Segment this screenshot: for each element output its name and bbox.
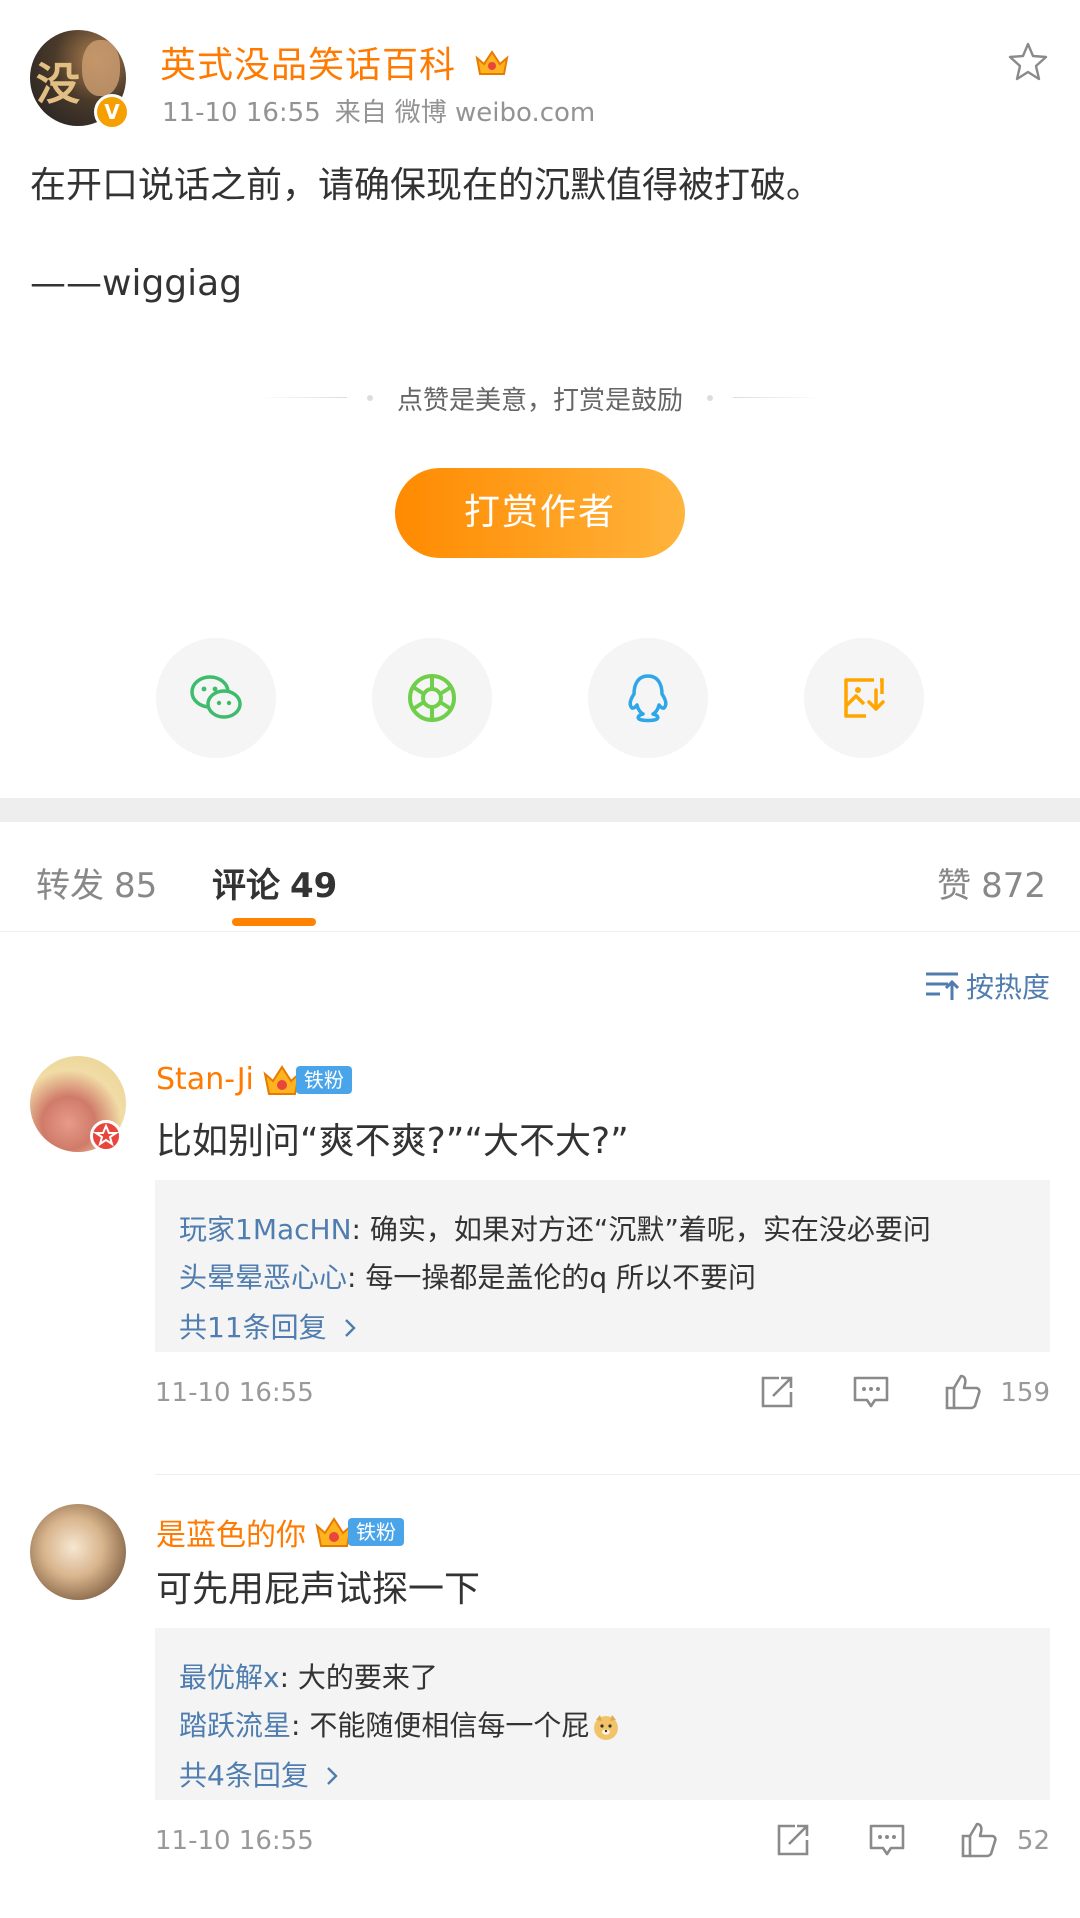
- author-name[interactable]: 英式没品笑话百科: [160, 36, 510, 88]
- sort-by-hot-button[interactable]: 按热度: [924, 966, 1050, 1006]
- share-wechat-button[interactable]: [156, 638, 276, 758]
- comment-icon[interactable]: [867, 1820, 907, 1860]
- doge-emoji-icon: [594, 1715, 619, 1740]
- tab-bar: 转发 85 评论 49 赞 872: [0, 822, 1080, 932]
- chevron-right-icon: [326, 1767, 338, 1785]
- repost-icon[interactable]: [757, 1372, 797, 1412]
- commenter-avatar[interactable]: [30, 1504, 126, 1600]
- repost-icon[interactable]: [773, 1820, 813, 1860]
- favorite-star-icon[interactable]: [1006, 40, 1050, 84]
- post-source: 微博 weibo.com: [394, 98, 596, 128]
- active-tab-indicator: [232, 918, 316, 926]
- comment-icon[interactable]: [851, 1372, 891, 1412]
- reply-box[interactable]: 最优解x: 大的要来了 踏跃流星: 不能随便相信每一个屁 共4条回复: [155, 1628, 1050, 1800]
- post-meta: 11-10 16:55 来自 微博 weibo.com: [162, 92, 609, 129]
- section-divider: [0, 798, 1080, 822]
- post-text-line: ——wiggiag: [30, 263, 243, 304]
- verified-icon: V: [94, 94, 130, 130]
- like-count: 52: [1016, 1826, 1050, 1856]
- comment-footer: 11-10 16:55 52: [155, 1816, 1050, 1866]
- fan-badge: 铁粉: [314, 1515, 404, 1549]
- tab-likes[interactable]: 赞 872: [937, 858, 1046, 907]
- reward-tip: 点赞是美意，打赏是鼓励: [0, 380, 1080, 417]
- reward-author-button[interactable]: 打赏作者: [395, 468, 685, 558]
- post-text-line: 在开口说话之前，请确保现在的沉默值得被打破。: [30, 165, 823, 206]
- moments-icon: [408, 674, 456, 722]
- commenter-name[interactable]: Stan-Ji 铁粉: [156, 1062, 352, 1097]
- comment-text: 可先用屁声试探一下: [156, 1569, 481, 1610]
- commenter-name[interactable]: 是蓝色的你 铁粉: [156, 1510, 404, 1554]
- post-body: 在开口说话之前，请确保现在的沉默值得被打破。 ——wiggiag: [30, 158, 1050, 354]
- tab-repost[interactable]: 转发 85: [36, 858, 157, 907]
- like-icon[interactable]: [943, 1372, 983, 1412]
- divider: [155, 1474, 1080, 1475]
- reply-box[interactable]: 玩家1MacHN: 确实，如果对方还“沉默”着呢，实在没必要问 头晕晕恶心心: …: [155, 1180, 1050, 1352]
- crown-icon: [475, 50, 509, 75]
- comment-time: 11-10 16:55: [155, 1826, 314, 1856]
- like-count: 159: [1000, 1378, 1050, 1408]
- sort-icon: [925, 972, 960, 1000]
- save-image-button[interactable]: [804, 638, 924, 758]
- share-qq-button[interactable]: [588, 638, 708, 758]
- wechat-icon: [190, 675, 242, 719]
- post-source-prefix: 来自: [334, 98, 387, 128]
- comment-time: 11-10 16:55: [155, 1378, 314, 1408]
- share-moments-button[interactable]: [372, 638, 492, 758]
- comment-footer: 11-10 16:55 159: [155, 1368, 1050, 1418]
- save-image-icon: [844, 678, 885, 718]
- tab-comments[interactable]: 评论 49: [212, 858, 337, 907]
- user-badge-icon: [90, 1120, 122, 1152]
- chevron-right-icon: [344, 1319, 356, 1337]
- fan-badge: 铁粉: [262, 1063, 352, 1097]
- divider: [256, 397, 347, 398]
- qq-icon: [628, 674, 668, 723]
- post-header: 没 V 英式没品笑话百科 11-10 16:55 来自 微博 weibo.com: [30, 30, 1050, 130]
- comment-text: 比如别问“爽不爽?”“大不大?”: [156, 1121, 629, 1162]
- like-icon[interactable]: [959, 1820, 999, 1860]
- share-row: [0, 638, 1080, 758]
- divider: [733, 397, 824, 398]
- post-time: 11-10 16:55: [162, 98, 321, 128]
